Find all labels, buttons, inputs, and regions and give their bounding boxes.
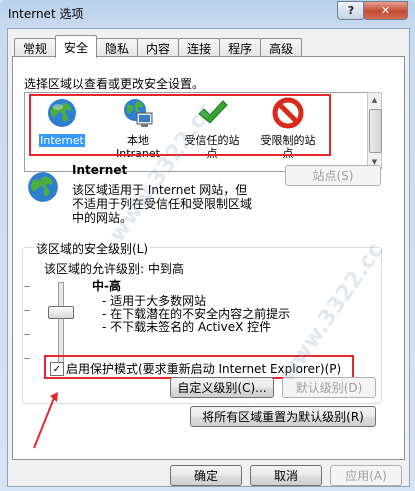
tab-strip: 常规 安全 隐私 内容 连接 程序 高级 <box>14 35 303 58</box>
selected-zone-globe-icon <box>28 172 58 202</box>
tab-advanced[interactable]: 高级 <box>260 38 303 58</box>
custom-level-button[interactable]: 自定义级别(C)... <box>170 377 274 398</box>
tab-content[interactable]: 内容 <box>137 38 180 58</box>
security-level-group-title: 该区域的安全级别(L) <box>34 240 151 257</box>
level-bullet-3: - 不下载未签名的 ActiveX 控件 <box>102 320 272 334</box>
help-button[interactable]: ? <box>337 1 365 20</box>
dialog-window: Internet 选项 ? ✕ 常规 安全 隐私 内容 连接 程序 高级 选择区… <box>0 0 415 491</box>
tab-programs[interactable]: 程序 <box>219 38 262 58</box>
slider-tick <box>24 358 30 359</box>
tab-privacy[interactable]: 隐私 <box>96 38 139 58</box>
scroll-up-icon[interactable]: ▲ <box>368 93 381 107</box>
close-button[interactable]: ✕ <box>363 1 408 20</box>
zone-list-scrollbar[interactable]: ▲ ▼ <box>367 92 382 170</box>
tab-connections[interactable]: 连接 <box>178 38 221 58</box>
slider-tick <box>24 286 30 287</box>
security-level-slider-track[interactable] <box>58 282 64 364</box>
tab-security[interactable]: 安全 <box>55 35 98 58</box>
annotation-arrow-icon <box>33 392 58 449</box>
slider-tick <box>24 310 30 311</box>
zone-instruction: 选择区域以查看或更改安全设置。 <box>24 77 205 91</box>
tab-general[interactable]: 常规 <box>14 38 57 58</box>
scroll-thumb[interactable] <box>369 109 382 153</box>
reset-all-zones-button[interactable]: 将所有区域重置为默认级别(R) <box>190 406 376 427</box>
zone-title: Internet <box>72 163 128 177</box>
window-title: Internet 选项 <box>8 7 84 21</box>
cancel-button[interactable]: 取消 <box>250 465 322 486</box>
allowed-levels-text: 该区域的允许级别: 中到高 <box>44 262 184 276</box>
security-level-slider-thumb[interactable] <box>48 306 74 319</box>
ok-button[interactable]: 确定 <box>170 465 242 486</box>
sites-button[interactable]: 站点(S) <box>285 165 381 186</box>
slider-tick <box>24 334 30 335</box>
apply-button[interactable]: 应用(A) <box>330 465 402 486</box>
